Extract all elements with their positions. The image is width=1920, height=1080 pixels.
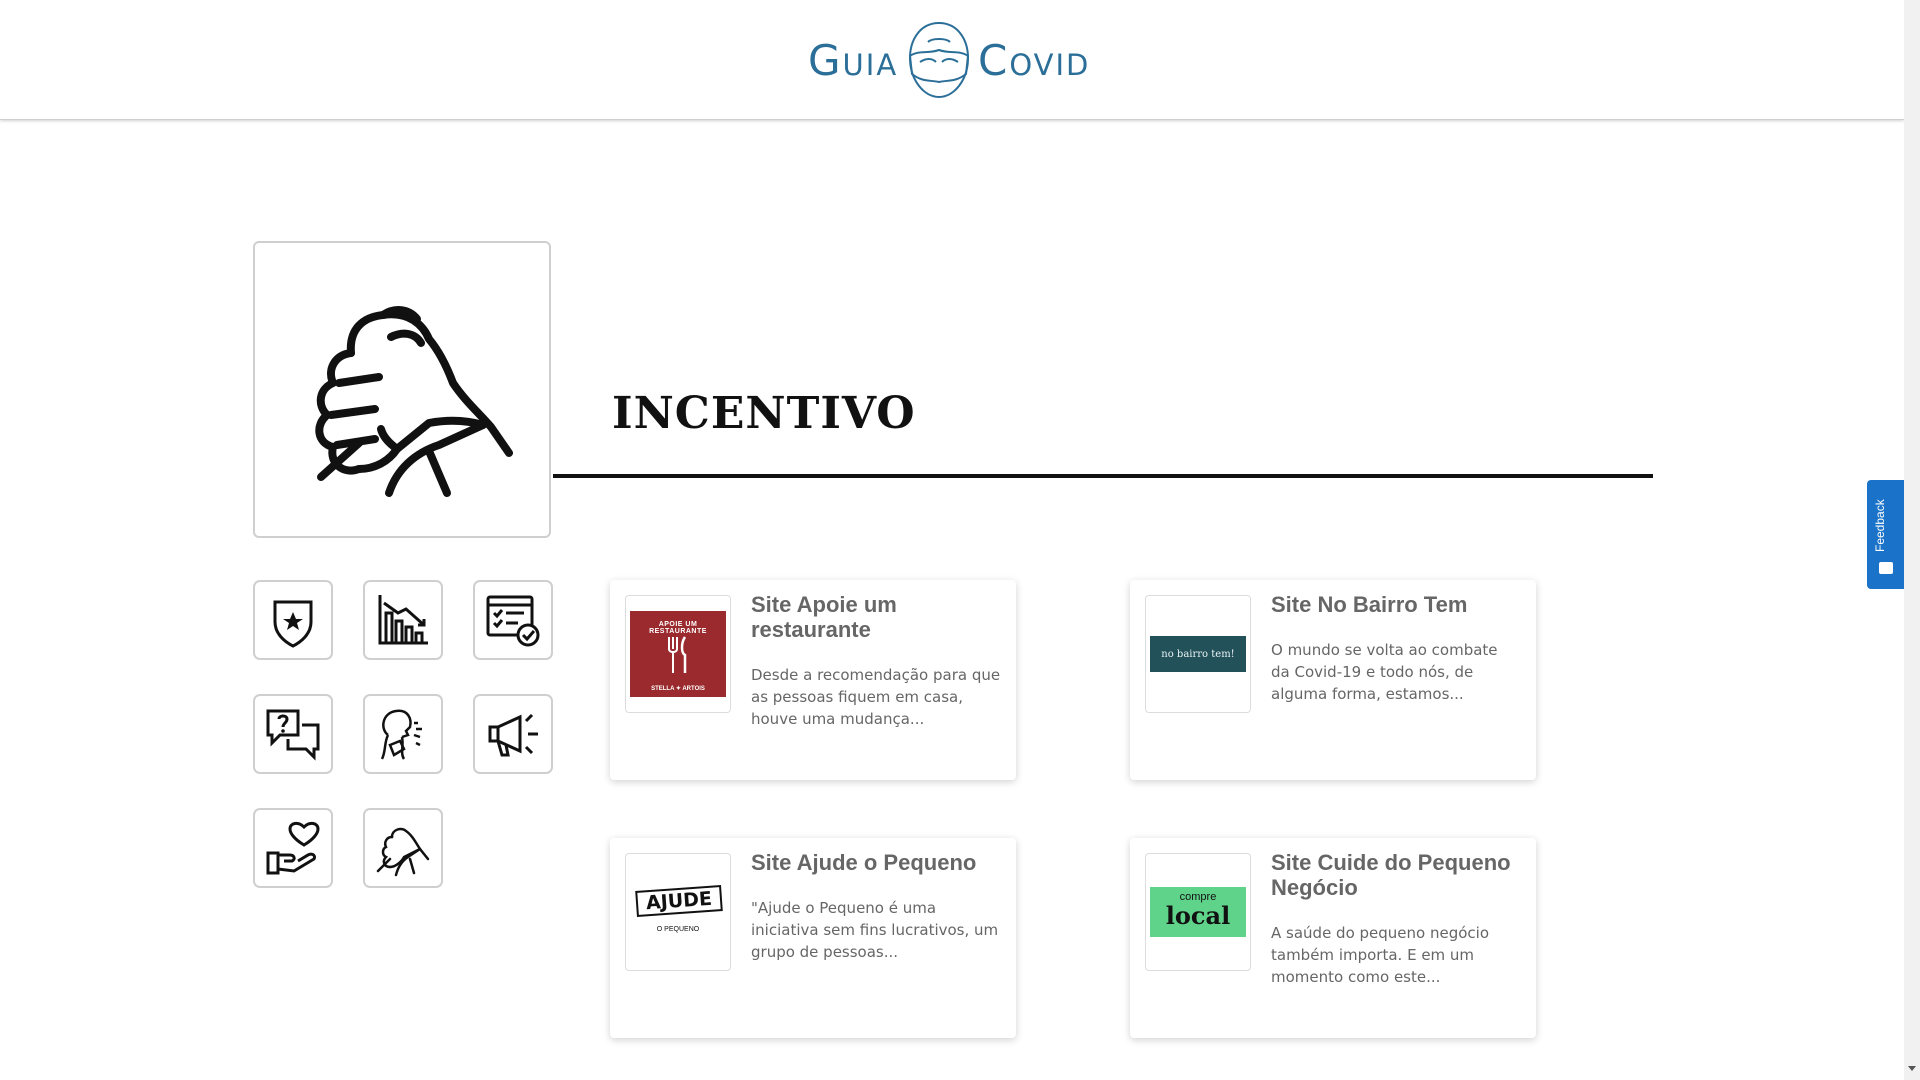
page-scrollbar[interactable] bbox=[1904, 0, 1920, 1080]
apoie-restaurante-logo: APOIE UM RESTAURANTE STELLA ✦ ARTOIS bbox=[630, 611, 726, 697]
card-no-bairro-tem[interactable]: no bairro tem! Site No Bairro Tem O mund… bbox=[1130, 580, 1536, 780]
coughing-person-icon bbox=[380, 709, 422, 760]
economy-decline-chart-icon bbox=[378, 595, 428, 645]
category-button-questions[interactable] bbox=[253, 694, 333, 774]
category-button-announcements[interactable] bbox=[473, 694, 553, 774]
category-button-checklist[interactable] bbox=[473, 580, 553, 660]
card-title[interactable]: Site Apoie um restaurante bbox=[751, 592, 1001, 642]
card-description: A saúde do pequeno negócio também import… bbox=[1271, 924, 1490, 986]
card-title[interactable]: Site No Bairro Tem bbox=[1271, 592, 1521, 617]
questions-chat-icon bbox=[266, 709, 320, 761]
card-thumbnail: compre local bbox=[1145, 853, 1251, 971]
card-thumbnail: no bairro tem! bbox=[1145, 595, 1251, 713]
handshake-icon bbox=[376, 827, 430, 877]
category-button-police[interactable] bbox=[253, 580, 333, 660]
card-description: O mundo se volta ao combate da Covid-19 … bbox=[1271, 641, 1498, 703]
card-description: Desde a recomendação para que as pessoas… bbox=[751, 666, 1001, 728]
card-title[interactable]: Site Cuide do Pequeno Negócio bbox=[1271, 850, 1521, 900]
compre-local-logo: compre local bbox=[1150, 887, 1246, 937]
category-hero-icon-box bbox=[253, 241, 551, 538]
card-thumbnail: APOIE UM RESTAURANTE STELLA ✦ ARTOIS bbox=[625, 595, 731, 713]
mask-face-icon bbox=[908, 21, 970, 99]
megaphone-icon bbox=[488, 713, 538, 757]
feedback-tab[interactable]: Feedback bbox=[1867, 480, 1904, 589]
logo-word-covid: Covid bbox=[978, 36, 1091, 85]
card-title[interactable]: Site Ajude o Pequeno bbox=[751, 850, 1001, 875]
police-badge-icon bbox=[273, 600, 313, 648]
heart-hand-icon bbox=[266, 821, 320, 875]
category-button-solidarity[interactable] bbox=[253, 808, 333, 888]
category-button-economy[interactable] bbox=[363, 580, 443, 660]
category-button-symptoms[interactable] bbox=[363, 694, 443, 774]
logo-word-guia: Guia bbox=[808, 36, 899, 85]
no-bairro-tem-logo: no bairro tem! bbox=[1150, 636, 1246, 672]
ajude-pequeno-logo: AJUDE O PEQUENO bbox=[630, 882, 726, 942]
title-divider bbox=[553, 474, 1653, 478]
site-header: Guia Covid bbox=[0, 0, 1904, 120]
card-ajude-pequeno[interactable]: AJUDE O PEQUENO Site Ajude o Pequeno "Aj… bbox=[610, 838, 1016, 1038]
card-apoie-restaurante[interactable]: APOIE UM RESTAURANTE STELLA ✦ ARTOIS Sit… bbox=[610, 580, 1016, 780]
card-description: "Ajude o Pequeno é uma iniciativa sem fi… bbox=[751, 899, 999, 961]
page-title: INCENTIVO bbox=[612, 388, 916, 439]
guia-covid-logo[interactable]: Guia Covid bbox=[808, 18, 1098, 102]
card-cuide-pequeno-negocio[interactable]: compre local Site Cuide do Pequeno Negóc… bbox=[1130, 838, 1536, 1038]
checklist-check-icon bbox=[486, 595, 540, 647]
handshake-arm-wrestle-icon bbox=[315, 306, 513, 497]
scroll-down-arrow-icon[interactable] bbox=[1908, 1066, 1916, 1071]
card-thumbnail: AJUDE O PEQUENO bbox=[625, 853, 731, 971]
feedback-icon bbox=[1879, 562, 1893, 574]
feedback-label: Feedback bbox=[1873, 499, 1887, 552]
category-button-incentive[interactable] bbox=[363, 808, 443, 888]
